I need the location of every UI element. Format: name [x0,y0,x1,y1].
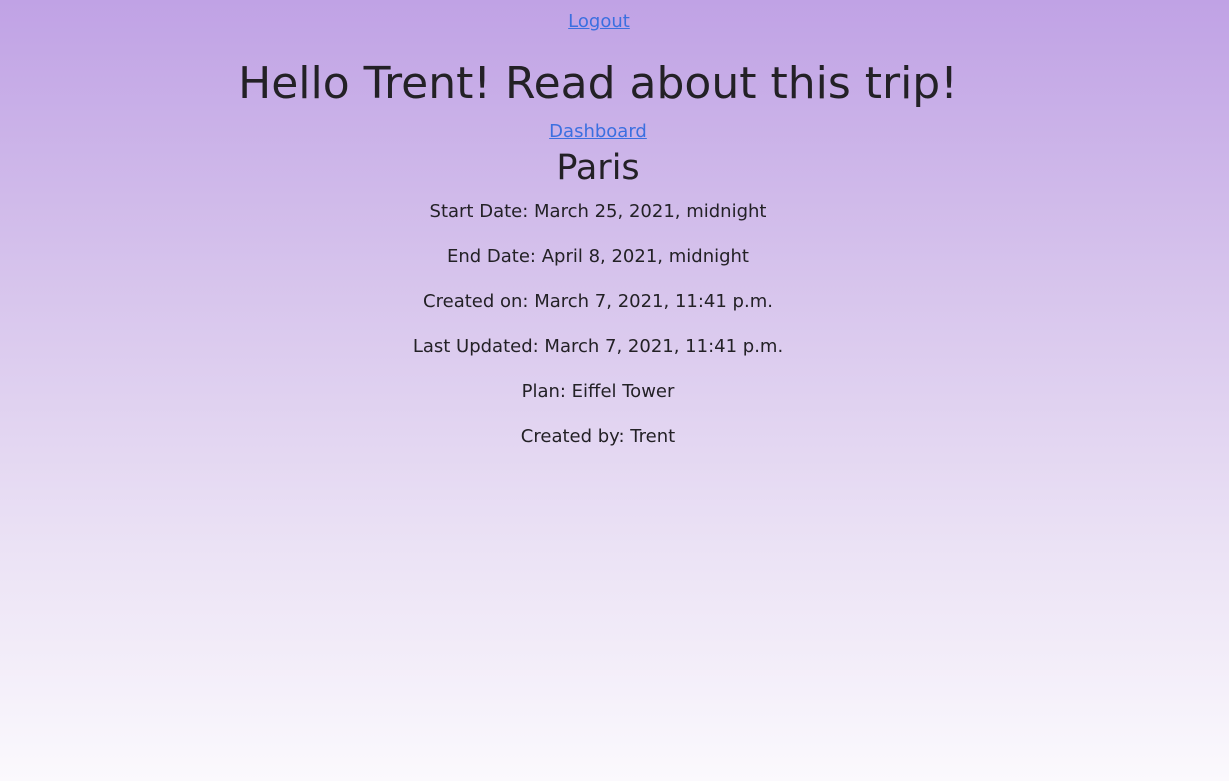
trip-created-on: Created on: March 7, 2021, 11:41 p.m. [423,291,773,312]
trip-plan: Plan: Eiffel Tower [521,381,675,402]
trip-title: Paris [556,148,640,188]
trip-end-date: End Date: April 8, 2021, midnight [446,246,749,267]
logout-link[interactable]: Logout [0,11,1198,33]
dashboard-link[interactable]: Dashboard [0,121,1196,143]
trip-last-updated: Last Updated: March 7, 2021, 11:41 p.m. [412,336,784,357]
page-heading: Hello Trent! Read about this trip! [238,58,958,109]
trip-start-date: Start Date: March 25, 2021, midnight [429,201,767,222]
trip-details: Start Date: March 25, 2021, midnight End… [0,200,1196,470]
trip-created-by: Created by: Trent [520,426,676,447]
